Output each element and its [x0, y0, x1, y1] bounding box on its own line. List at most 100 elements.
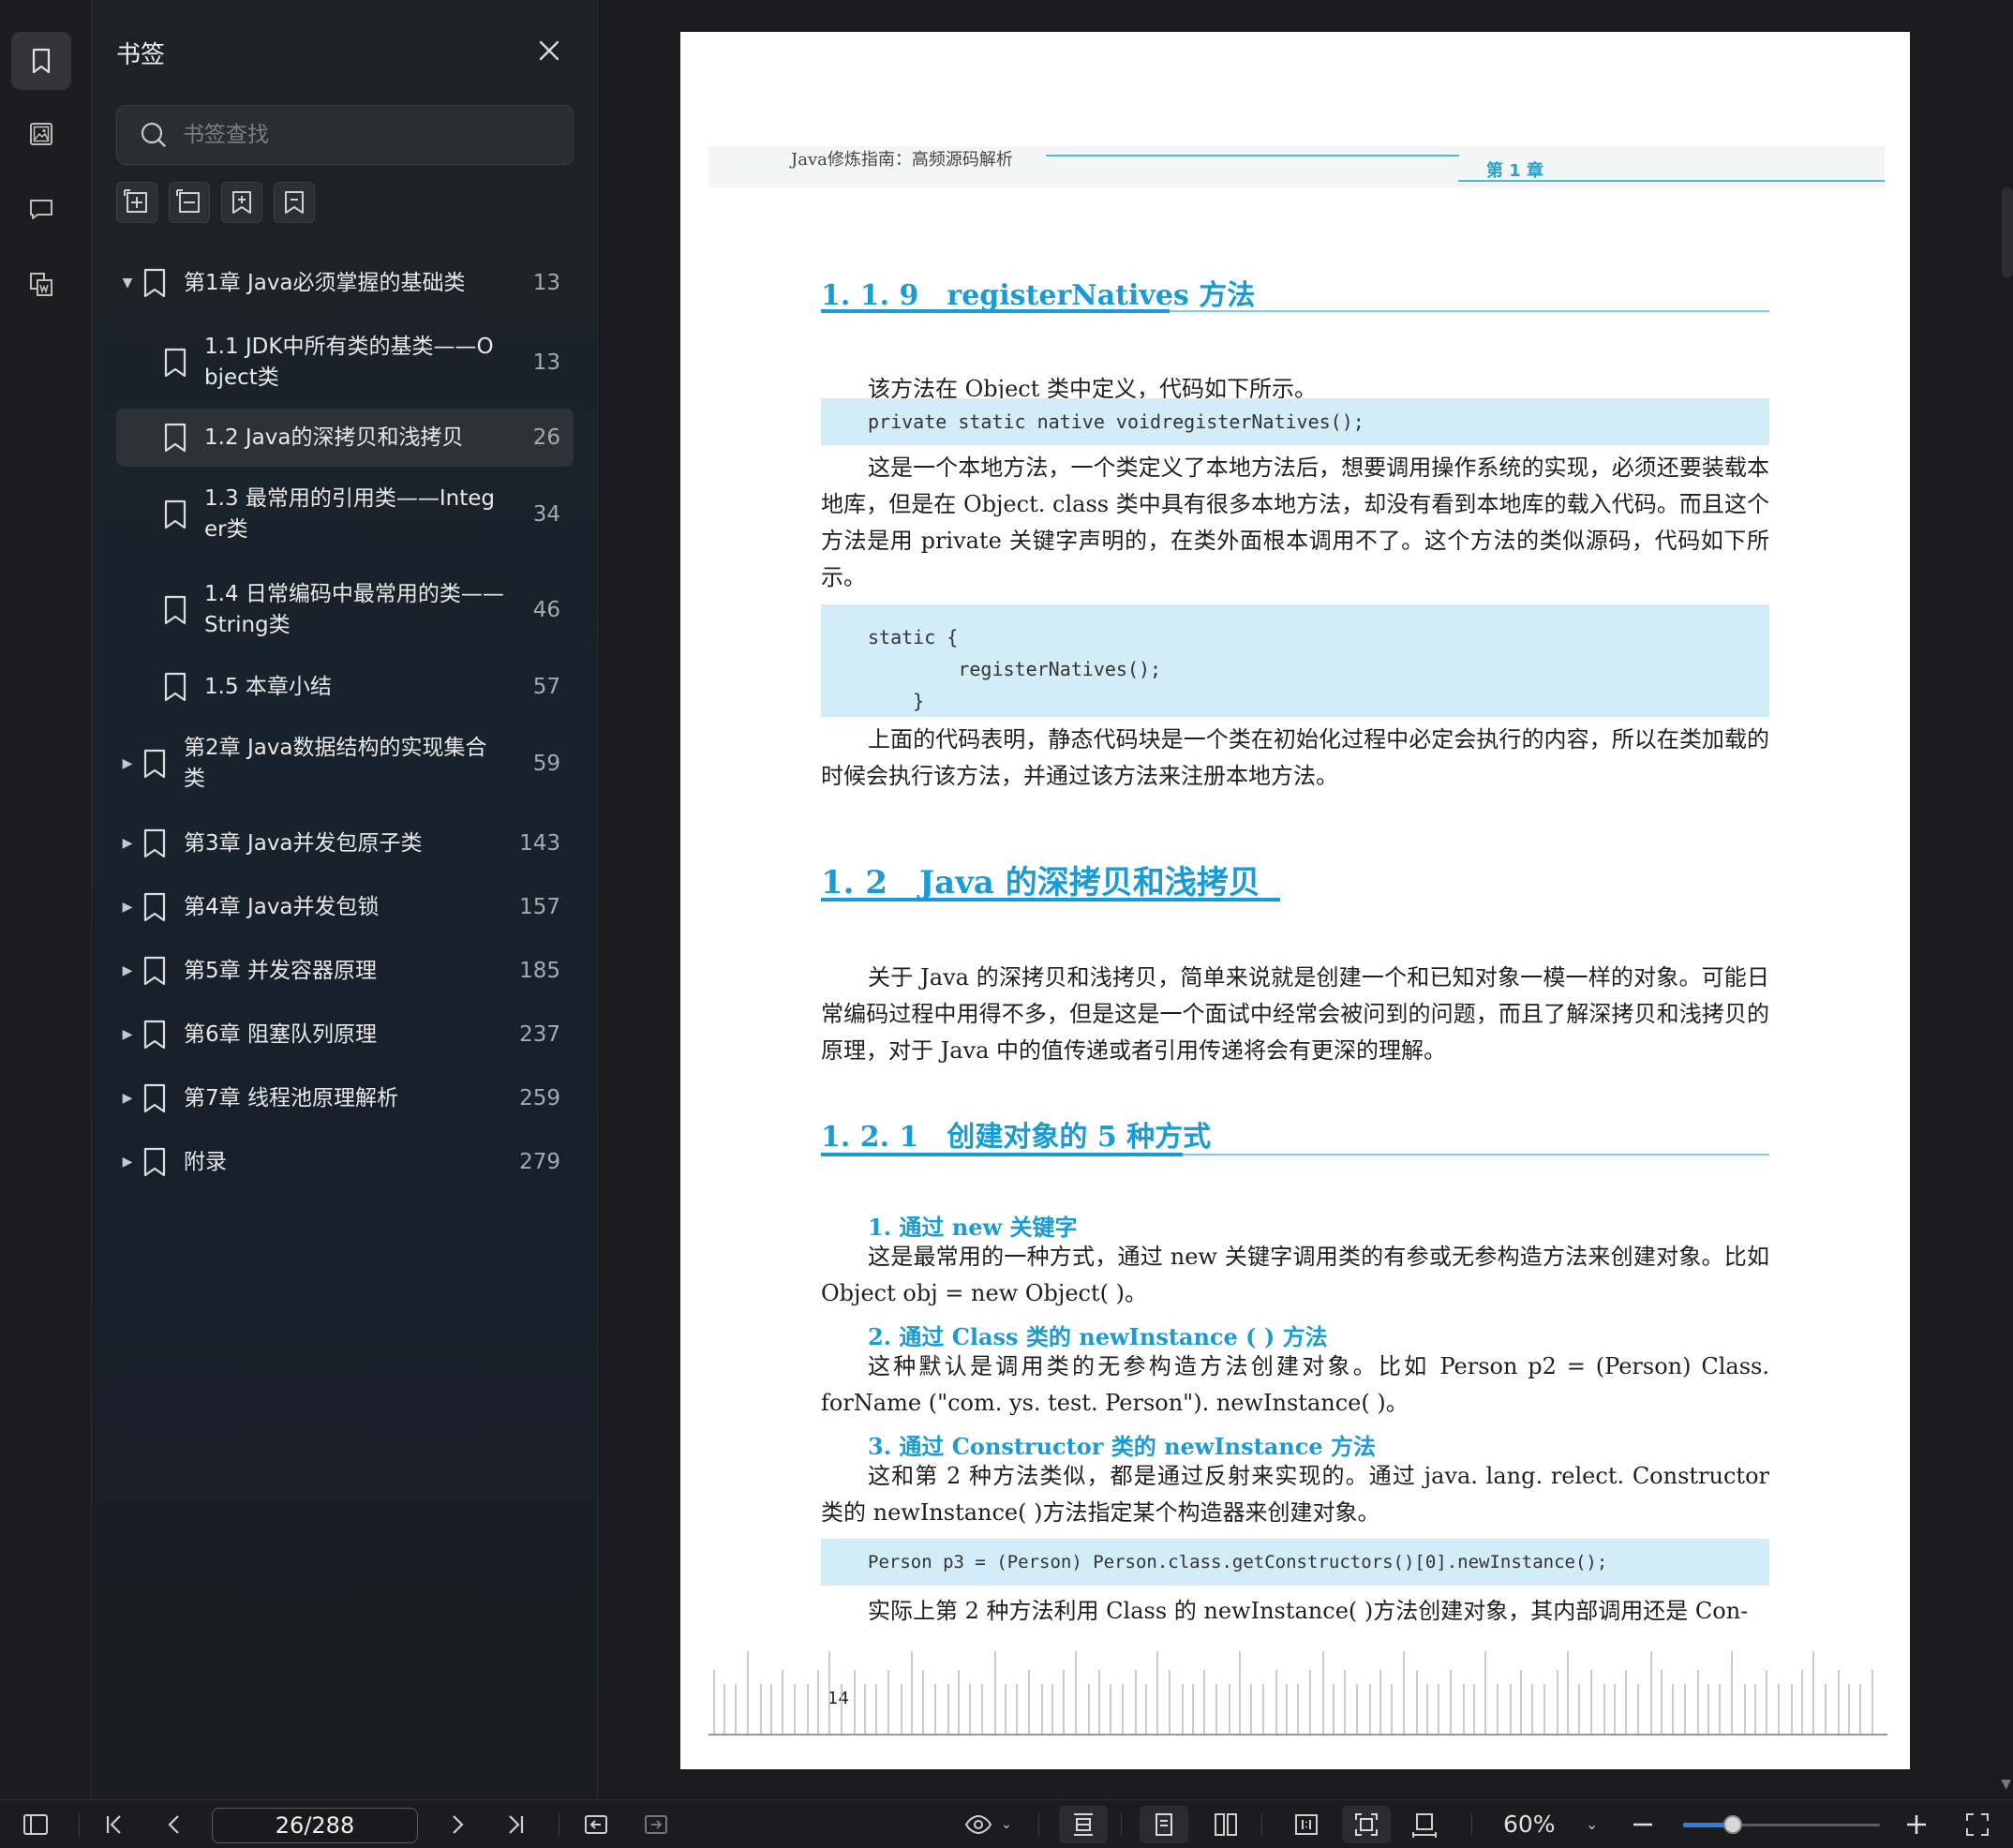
collapse-all-button[interactable]	[169, 182, 210, 223]
bookmark-chapter-item[interactable]: ▶ 第2章 Java数据结构的实现集合类 59	[116, 716, 574, 812]
caret-right-icon[interactable]: ▶	[118, 836, 137, 851]
actual-size-button[interactable]	[1288, 1800, 1325, 1848]
back-button[interactable]	[579, 1800, 613, 1848]
code-block: Person p3 = (Person) Person.class.getCon…	[821, 1539, 1769, 1586]
caret-right-icon[interactable]: ▶	[118, 1027, 137, 1042]
expand-all-button[interactable]	[116, 182, 157, 223]
subheading: 1. 通过 new 关键字	[868, 1214, 1078, 1241]
toggle-sidebar-button[interactable]	[19, 1800, 52, 1848]
bookmark-icon	[141, 267, 169, 299]
paragraph: 这种默认是调用类的无参构造方法创建对象。比如 Person p2 = (Pers…	[821, 1353, 1769, 1416]
previous-page-button[interactable]	[157, 1800, 191, 1848]
bookmark-icon	[141, 891, 169, 923]
paragraph: 实际上第 2 种方法利用 Class 的 newInstance( )方法创建对…	[868, 1598, 1749, 1624]
double-page-button[interactable]	[1207, 1800, 1245, 1848]
caret-right-icon[interactable]: ▶	[118, 963, 137, 978]
bookmark-section-item[interactable]: 1.2 Java的深拷贝和浅拷贝 26	[116, 409, 574, 467]
fit-page-icon	[1355, 1813, 1378, 1836]
paragraph: 这和第 2 种方法类似，都是通过反射来实现的。通过 java. lang. re…	[821, 1463, 1769, 1526]
left-icon-rail	[0, 0, 92, 1799]
document-viewport[interactable]: Java修炼指南：高频源码解析 第 1 章 1. 1. 9 registerNa…	[599, 0, 2013, 1799]
minus-icon	[1633, 1823, 1652, 1826]
bookmark-icon	[141, 1082, 169, 1114]
double-page-icon	[1215, 1813, 1237, 1836]
bookmark-page-number: 13	[532, 350, 560, 375]
bookmark-panel: 书签 ▼第1章 Java必须掌握的基础类131.1 JDK中所有类的基类——Ob…	[92, 0, 598, 1799]
bookmark-icon	[141, 827, 169, 859]
caret-right-icon[interactable]: ▶	[118, 900, 137, 915]
bookmark-label: 1.4 日常编码中最常用的类——String类	[204, 582, 504, 637]
zoom-slider-handle[interactable]	[1722, 1815, 1742, 1834]
bookmark-label: 1.1 JDK中所有类的基类——Object类	[204, 335, 494, 390]
annotation-panel-button[interactable]	[11, 180, 71, 238]
bookmark-page-number: 143	[519, 831, 560, 856]
bookmark-section-item[interactable]: 1.1 JDK中所有类的基类——Object类 13	[116, 317, 574, 409]
bookmark-chapter-item[interactable]: ▶ 第6章 阻塞队列原理 237	[116, 1003, 574, 1066]
last-page-button[interactable]	[499, 1800, 532, 1848]
continuous-scroll-button[interactable]	[1059, 1806, 1108, 1843]
page-number-input[interactable]	[212, 1808, 418, 1843]
first-page-button[interactable]	[97, 1800, 131, 1848]
remove-bookmark-button[interactable]	[274, 182, 315, 223]
bookmark-search-box[interactable]	[116, 105, 574, 165]
bookmark-icon	[161, 671, 189, 703]
bookmark-search-input[interactable]	[183, 123, 558, 147]
bookmark-chapter-item[interactable]: ▶ 第4章 Java并发包锁 157	[116, 875, 574, 939]
caret-right-icon[interactable]: ▶	[118, 756, 137, 771]
code-block: private static native voidregisterNative…	[821, 398, 1769, 445]
forward-button[interactable]	[639, 1800, 673, 1848]
single-page-button[interactable]	[1140, 1806, 1188, 1843]
zoom-level[interactable]: 60%	[1503, 1800, 1556, 1848]
bookmark-icon	[161, 347, 189, 379]
bookmark-chapter-item[interactable]: ▶ 第3章 Java并发包原子类 143	[116, 812, 574, 875]
bookmark-page-number: 59	[532, 752, 560, 776]
thumbnail-panel-button[interactable]	[11, 105, 71, 163]
fullscreen-button[interactable]	[1961, 1800, 1994, 1848]
add-bookmark-icon	[232, 191, 251, 214]
header-book-title: Java修炼指南：高频源码解析	[791, 150, 1013, 170]
bookmark-page-number: 26	[532, 425, 560, 450]
actual-size-icon	[1295, 1814, 1318, 1835]
chevron-right-icon	[453, 1815, 464, 1834]
bookmark-section-item[interactable]: 1.4 日常编码中最常用的类——String类 46	[116, 562, 574, 658]
bookmark-label: 1.2 Java的深拷贝和浅拷贝	[204, 425, 464, 450]
bookmark-label: 附录	[184, 1149, 227, 1174]
caret-down-icon[interactable]: ▼	[118, 276, 137, 291]
scroll-mode-icon	[1074, 1813, 1093, 1836]
vertical-scrollbar[interactable]	[2002, 187, 2013, 277]
bookmark-icon	[141, 955, 169, 987]
convert-panel-button[interactable]	[11, 255, 71, 313]
caret-right-icon[interactable]: ▶	[118, 1155, 137, 1170]
bookmark-chapter-item[interactable]: ▶ 附录 279	[116, 1130, 574, 1194]
bookmark-label: 1.5 本章小结	[204, 674, 332, 699]
zoom-out-button[interactable]	[1629, 1800, 1657, 1848]
chevron-down-icon[interactable]: ⌄	[997, 1800, 1016, 1848]
bookmark-label: 第3章 Java并发包原子类	[184, 830, 423, 856]
eye-protection-button[interactable]	[960, 1800, 997, 1848]
fit-page-button[interactable]	[1342, 1806, 1391, 1843]
image-icon	[30, 123, 52, 145]
paragraph: 上面的代码表明，静态代码块是一个类在初始化过程中必定会执行的内容，所以在类加载的…	[821, 726, 1769, 789]
bookmark-panel-button[interactable]	[11, 32, 71, 90]
comment-icon	[30, 200, 52, 219]
next-page-button[interactable]	[440, 1800, 474, 1848]
subheading: 3. 通过 Constructor 类的 newInstance 方法	[868, 1433, 1376, 1460]
bookmark-section-item[interactable]: 1.3 最常用的引用类——Integer类 34	[116, 467, 574, 562]
caret-right-icon[interactable]: ▶	[118, 1091, 137, 1106]
fit-width-button[interactable]	[1406, 1800, 1443, 1848]
collapse-all-icon	[176, 189, 200, 213]
close-icon[interactable]	[534, 36, 564, 66]
add-bookmark-button[interactable]	[221, 182, 262, 223]
zoom-in-button[interactable]	[1902, 1800, 1931, 1848]
scroll-down-arrow[interactable]: ▼	[2001, 1777, 2011, 1792]
first-page-icon	[106, 1815, 121, 1834]
bookmark-chapter-item[interactable]: ▼ 第1章 Java必须掌握的基础类 13	[116, 249, 574, 317]
bookmark-chapter-item[interactable]: ▶ 第5章 并发容器原理 185	[116, 939, 574, 1003]
zoom-dropdown-icon[interactable]: ⌄	[1586, 1800, 1598, 1848]
bookmark-page-number: 185	[519, 959, 560, 983]
bookmark-section-item[interactable]: 1.5 本章小结 57	[116, 658, 574, 716]
bookmark-icon	[161, 499, 189, 530]
bookmark-label: 第2章 Java数据结构的实现集合类	[184, 736, 487, 791]
bookmark-chapter-item[interactable]: ▶ 第7章 线程池原理解析 259	[116, 1066, 574, 1130]
bookmark-icon	[141, 1146, 169, 1178]
